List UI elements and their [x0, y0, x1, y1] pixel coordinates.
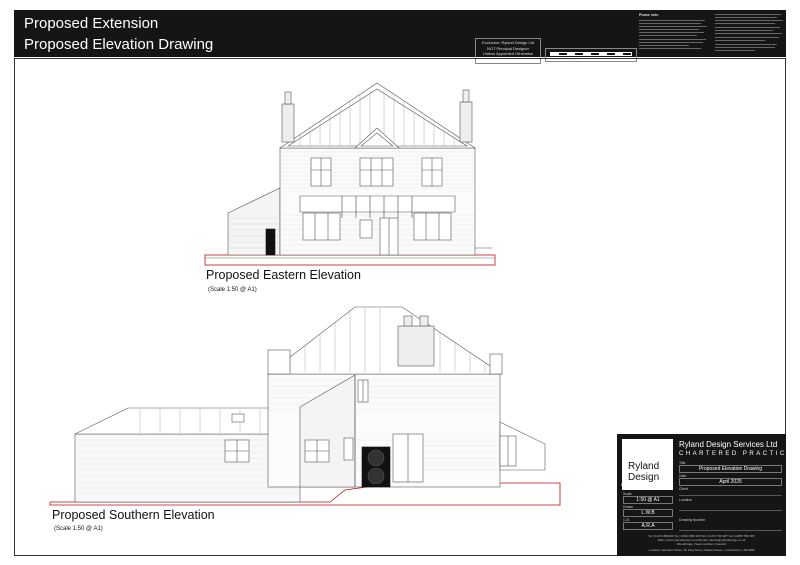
- company-name: Ryland Design Services Ltd: [679, 440, 778, 449]
- eastern-elevation: [204, 82, 496, 266]
- southern-elevation: [49, 306, 561, 506]
- upper-window-centre: [359, 157, 394, 187]
- drawing-number-line: [679, 530, 782, 531]
- company-subtitle: CHARTERED PRACTICE: [679, 451, 794, 457]
- drawn-value: L.W.B: [623, 509, 673, 517]
- drawing-number-label: Drawing Number: [679, 518, 706, 522]
- location-label: Location: [679, 498, 693, 502]
- title-block: Ryland Design architecture Ryland Design…: [617, 434, 791, 556]
- elevation-scale-east: (Scale 1:50 @ A1): [208, 287, 257, 293]
- scale-value: 1:50 @ A1: [623, 496, 673, 504]
- logo-subtitle: architecture: [621, 482, 654, 488]
- checked-value: A.R.A: [623, 522, 673, 530]
- footer-offices: Woodbridge | Saxmundham | Ipswich: [676, 542, 727, 546]
- left-chimney: [281, 103, 295, 143]
- right-chimney: [459, 101, 473, 143]
- ground-line: [204, 254, 496, 266]
- extension-roof: [74, 407, 301, 435]
- single-storey-extension: [74, 433, 301, 503]
- side-gable: [267, 349, 291, 375]
- side-door: [265, 228, 276, 256]
- date-value: April 2025: [679, 478, 782, 486]
- elevation-title-east: Proposed Eastern Elevation: [206, 268, 361, 282]
- ground-window-left: [302, 212, 341, 241]
- logo-line: Ryland: [628, 461, 660, 472]
- ground-window-right: [413, 212, 452, 241]
- location-line: [679, 510, 782, 511]
- title-value: Proposed Elevation Drawing: [679, 465, 782, 473]
- main-roof: [267, 306, 503, 375]
- client-line: [679, 495, 782, 496]
- footer-address: Located | Hamilton Place, 20 King Street…: [648, 548, 755, 552]
- elevation-scale-south: (Scale 1:50 @ A1): [54, 526, 103, 532]
- chimney-stack: [397, 325, 435, 367]
- logo-wordmark: Ryland Design: [628, 461, 659, 483]
- porch-canopy: [299, 195, 456, 213]
- elevation-title-south: Proposed Southern Elevation: [52, 508, 215, 522]
- client-label: Client: [679, 487, 688, 491]
